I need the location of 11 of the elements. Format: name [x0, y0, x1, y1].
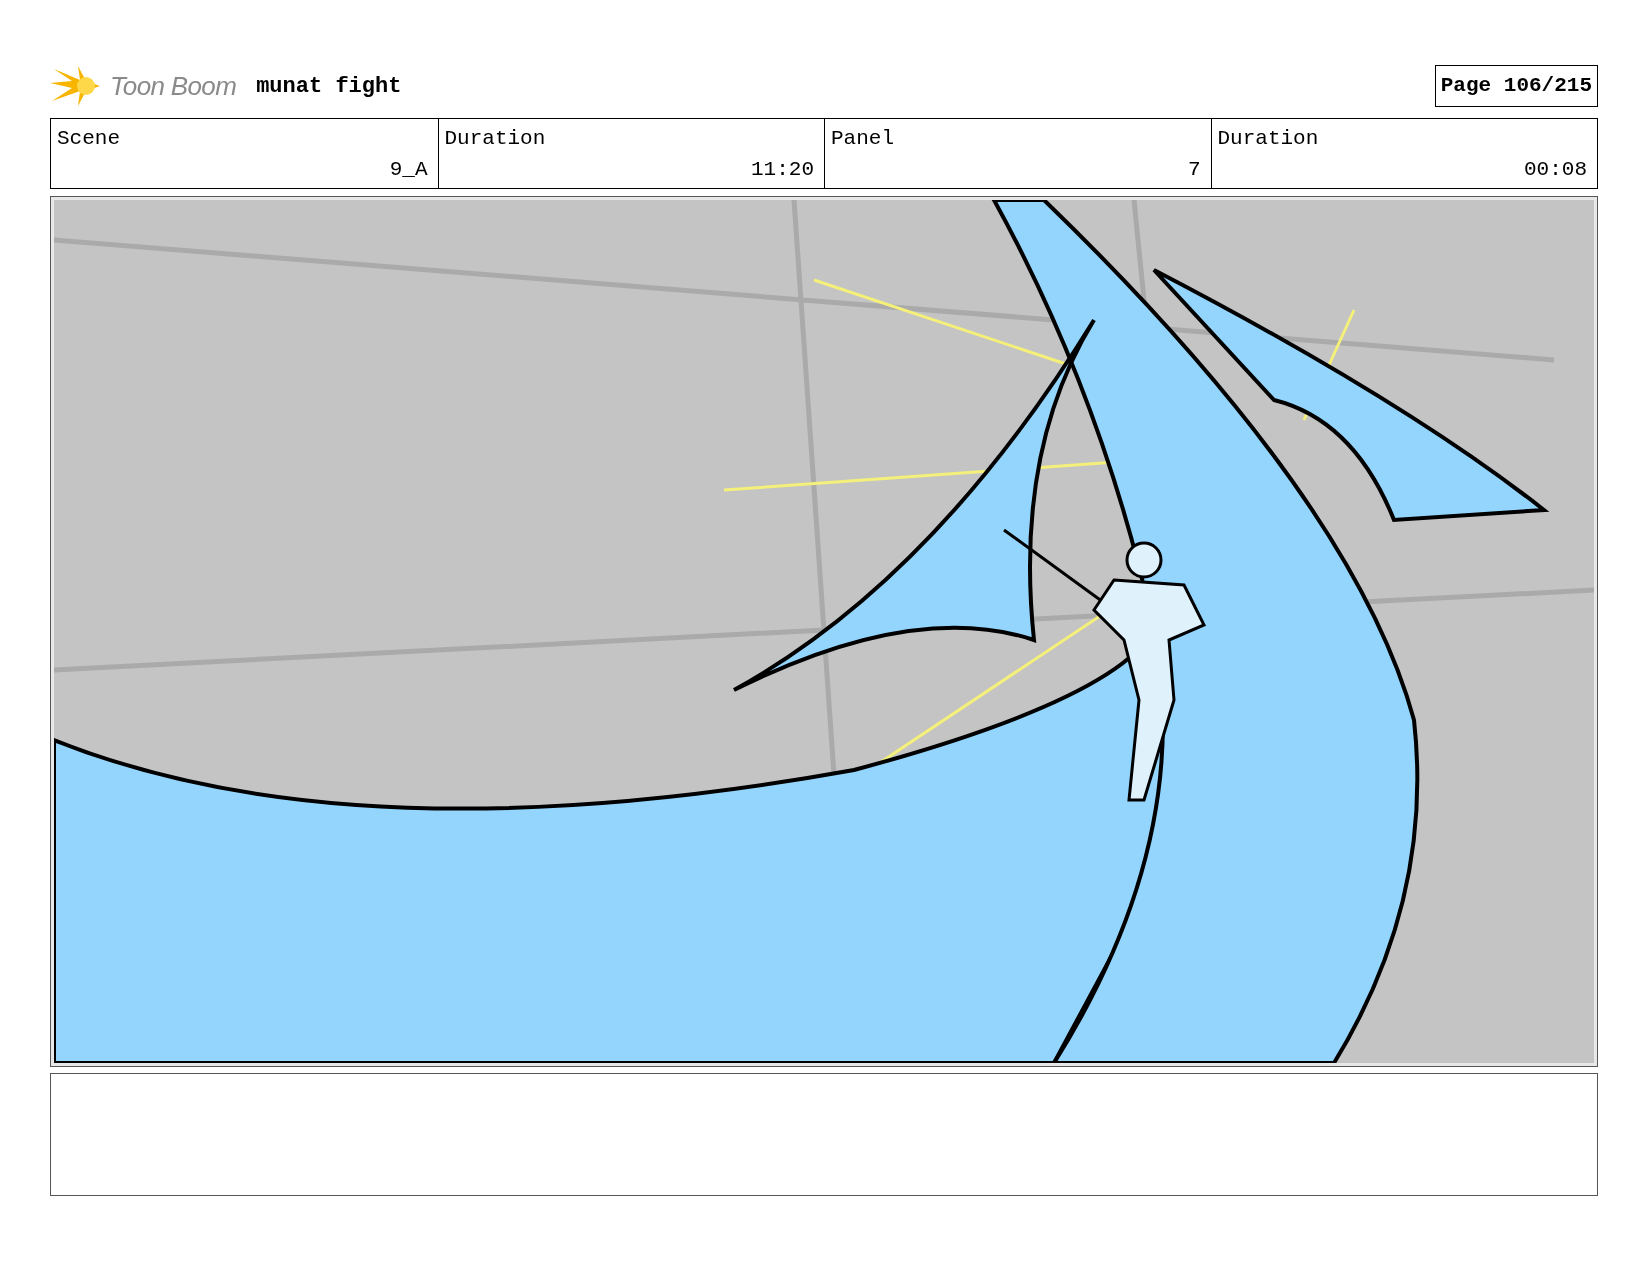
field-label: Scene	[57, 126, 121, 152]
logo-text: Toon Boom	[110, 69, 237, 103]
field-value: 9_A	[389, 157, 428, 183]
page-number: Page 106/215	[1434, 65, 1598, 107]
field-value: 00:08	[1524, 157, 1587, 183]
field-label: Duration	[444, 126, 547, 152]
field-value: 7	[1187, 157, 1201, 183]
project-title: munat fight	[256, 72, 402, 101]
field-label: Duration	[1217, 126, 1320, 152]
field-label: Panel	[831, 126, 895, 152]
field-value: 11:20	[751, 157, 814, 183]
